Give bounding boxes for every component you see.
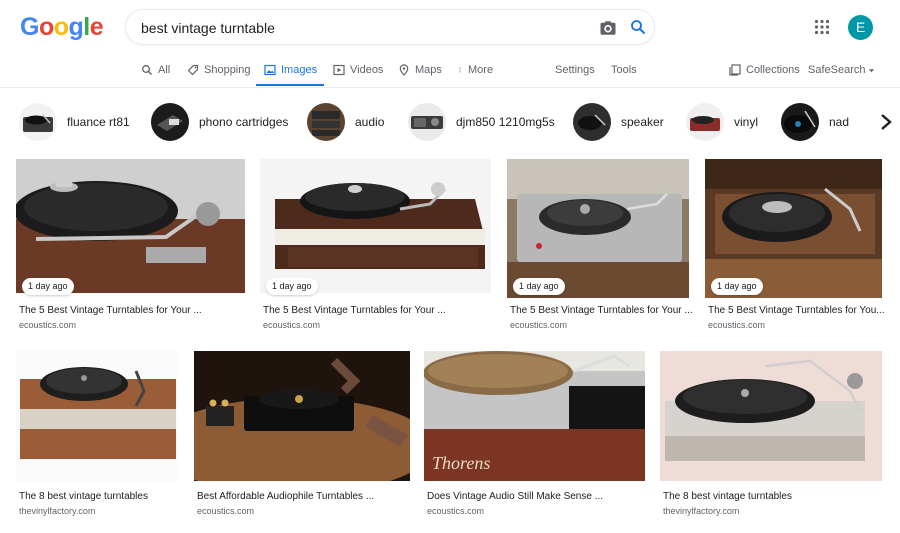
age-badge: 1 day ago bbox=[711, 278, 763, 295]
svg-text:Thorens: Thorens bbox=[432, 453, 490, 473]
result-title[interactable]: Does Vintage Audio Still Make Sense ... bbox=[427, 491, 603, 502]
result-title[interactable]: Best Affordable Audiophile Turntables ..… bbox=[197, 491, 374, 502]
chip-label: phono cartridges bbox=[199, 115, 289, 129]
result-title[interactable]: The 5 Best Vintage Turntables for Your .… bbox=[510, 305, 693, 316]
logo-letter: e bbox=[89, 13, 104, 41]
collections-icon bbox=[729, 64, 741, 76]
logo-letter: G bbox=[20, 13, 39, 41]
tab-shopping[interactable]: Shopping bbox=[187, 64, 251, 76]
age-badge: 1 day ago bbox=[266, 278, 318, 295]
result-source[interactable]: ecoustics.com bbox=[19, 320, 76, 330]
apps-grid-icon[interactable] bbox=[814, 19, 830, 35]
google-logo[interactable]: Google bbox=[20, 13, 104, 42]
chip-label: fluance rt81 bbox=[67, 115, 130, 129]
caret-down-icon bbox=[869, 68, 875, 72]
related-chip[interactable]: audio bbox=[307, 103, 384, 141]
tab-more[interactable]: More bbox=[457, 64, 493, 76]
result-image[interactable] bbox=[16, 351, 177, 481]
tab-label: Shopping bbox=[204, 64, 251, 76]
tools-link[interactable]: Tools bbox=[611, 64, 637, 76]
image-result[interactable]: Best Affordable Audiophile Turntables ..… bbox=[194, 351, 410, 521]
chip-thumbnail bbox=[307, 103, 345, 141]
tab-label: More bbox=[468, 64, 494, 76]
result-title[interactable]: The 8 best vintage turntables bbox=[663, 491, 792, 502]
image-result[interactable]: 1 day ago The 5 Best Vintage Turntables … bbox=[507, 159, 693, 330]
logo-letter: g bbox=[68, 13, 84, 41]
result-image[interactable] bbox=[194, 351, 410, 481]
result-image[interactable] bbox=[260, 159, 491, 293]
chip-label: nad bbox=[829, 115, 850, 129]
chip-thumbnail bbox=[408, 103, 446, 141]
result-source[interactable]: thevinylfactory.com bbox=[663, 506, 739, 516]
result-title[interactable]: The 5 Best Vintage Turntables for Your .… bbox=[263, 305, 446, 316]
result-image[interactable] bbox=[16, 159, 245, 293]
map-pin-icon bbox=[399, 64, 409, 76]
safesearch-dropdown[interactable]: SafeSearch bbox=[808, 64, 875, 76]
logo-letter: o bbox=[53, 13, 69, 41]
tag-icon bbox=[187, 64, 199, 76]
result-source[interactable]: ecoustics.com bbox=[427, 506, 484, 516]
tab-label: Images bbox=[281, 64, 318, 76]
related-chip[interactable]: fluance rt81 bbox=[19, 103, 130, 141]
more-vert-icon bbox=[459, 67, 461, 73]
result-source[interactable]: thevinylfactory.com bbox=[19, 506, 95, 516]
search-box[interactable] bbox=[125, 9, 655, 45]
result-title[interactable]: The 8 best vintage turntables bbox=[19, 491, 148, 502]
tab-label: Videos bbox=[350, 64, 384, 76]
account-avatar[interactable]: E bbox=[848, 15, 873, 40]
image-result[interactable]: The 8 best vintage turntables thevinylfa… bbox=[660, 351, 882, 521]
image-result[interactable]: The 8 best vintage turntables thevinylfa… bbox=[16, 351, 177, 521]
result-source[interactable]: ecoustics.com bbox=[510, 320, 567, 330]
related-chip[interactable]: djm850 1210mg5s bbox=[408, 103, 555, 141]
header-divider bbox=[0, 87, 900, 88]
related-chip[interactable]: vinyl bbox=[686, 103, 758, 141]
image-result[interactable]: 1 day ago The 5 Best Vintage Turntables … bbox=[16, 159, 245, 330]
tab-label: Maps bbox=[415, 64, 442, 76]
related-chip[interactable]: nad bbox=[781, 103, 849, 141]
chip-thumbnail bbox=[19, 103, 57, 141]
image-result[interactable]: Thorens Does Vintage Audio Still Make Se… bbox=[424, 351, 645, 521]
tab-all[interactable]: All bbox=[141, 64, 170, 76]
search-icon bbox=[142, 65, 152, 75]
active-tab-indicator bbox=[256, 84, 324, 86]
chip-thumbnail bbox=[573, 103, 611, 141]
related-chip[interactable]: speaker bbox=[573, 103, 664, 141]
related-chip[interactable]: phono cartridges bbox=[151, 103, 288, 141]
chip-label: speaker bbox=[621, 115, 664, 129]
age-badge: 1 day ago bbox=[513, 278, 565, 295]
chip-thumbnail bbox=[686, 103, 724, 141]
image-result[interactable]: 1 day ago The 5 Best Vintage Turntables … bbox=[705, 159, 885, 330]
settings-link[interactable]: Settings bbox=[555, 64, 595, 76]
chip-label: vinyl bbox=[734, 115, 759, 129]
play-icon bbox=[333, 64, 345, 76]
result-source[interactable]: ecoustics.com bbox=[197, 506, 254, 516]
search-icon[interactable] bbox=[629, 18, 647, 36]
chevron-right-icon[interactable] bbox=[877, 112, 895, 132]
tab-videos[interactable]: Videos bbox=[333, 64, 383, 76]
collections-label: Collections bbox=[746, 64, 800, 76]
tab-images[interactable]: Images bbox=[264, 64, 317, 76]
chip-label: djm850 1210mg5s bbox=[456, 115, 555, 129]
safesearch-label: SafeSearch bbox=[808, 64, 866, 76]
tab-label: All bbox=[158, 64, 171, 76]
collections-button[interactable]: Collections bbox=[729, 64, 800, 76]
logo-letter: o bbox=[38, 13, 54, 41]
image-result[interactable]: 1 day ago The 5 Best Vintage Turntables … bbox=[260, 159, 491, 330]
result-image[interactable]: Thorens bbox=[424, 351, 645, 481]
search-input[interactable] bbox=[141, 18, 581, 38]
chip-thumbnail bbox=[781, 103, 819, 141]
tab-maps[interactable]: Maps bbox=[398, 64, 442, 76]
result-image[interactable] bbox=[660, 351, 882, 481]
image-icon bbox=[264, 64, 276, 76]
result-title[interactable]: The 5 Best Vintage Turntables for Your .… bbox=[19, 305, 202, 316]
chip-thumbnail bbox=[151, 103, 189, 141]
age-badge: 1 day ago bbox=[22, 278, 74, 295]
camera-icon[interactable] bbox=[599, 19, 617, 37]
chip-label: audio bbox=[355, 115, 385, 129]
result-title[interactable]: The 5 Best Vintage Turntables for You... bbox=[708, 305, 885, 316]
result-source[interactable]: ecoustics.com bbox=[708, 320, 765, 330]
result-source[interactable]: ecoustics.com bbox=[263, 320, 320, 330]
